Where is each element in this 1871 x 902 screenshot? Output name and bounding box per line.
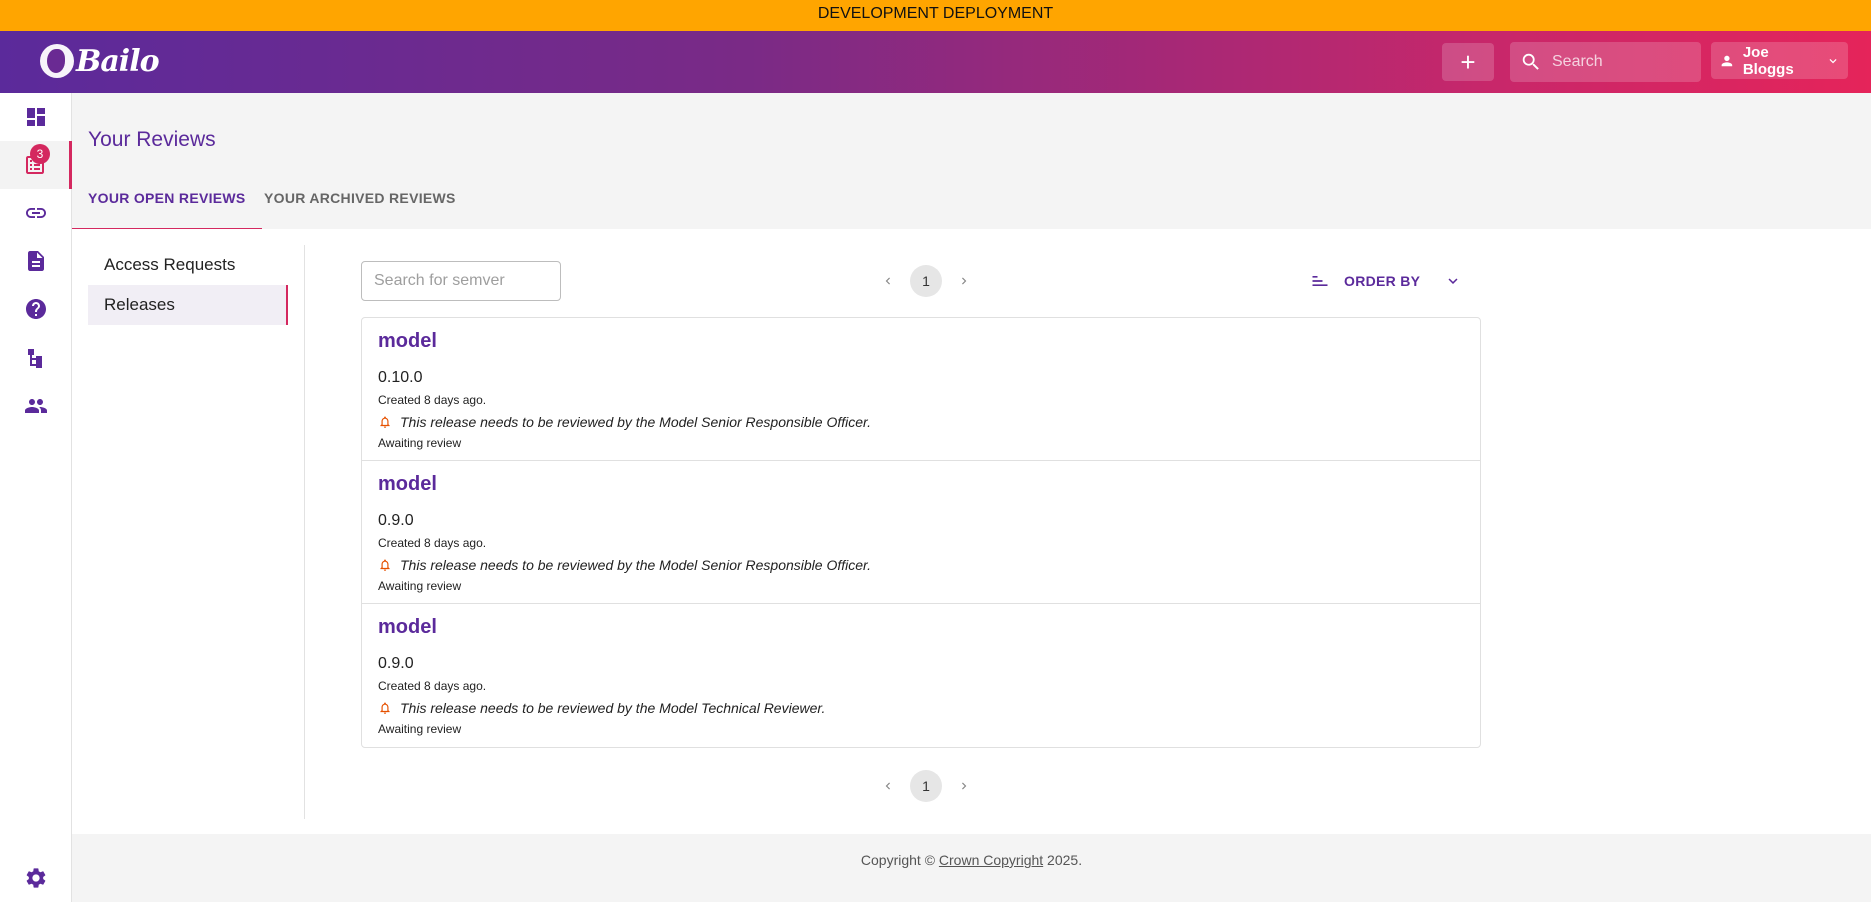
plus-icon: + bbox=[1460, 47, 1476, 77]
sidebar-item-reviews[interactable]: 3 bbox=[0, 141, 72, 189]
tab-open-reviews[interactable]: YOUR OPEN REVIEWS bbox=[72, 188, 262, 230]
chevron-left-icon bbox=[885, 277, 890, 285]
subnav-item-access-requests[interactable]: Access Requests bbox=[88, 245, 288, 285]
list-item: model 0.10.0 Created 8 days ago. This re… bbox=[362, 318, 1480, 461]
order-by-button[interactable]: ORDER BY bbox=[1310, 263, 1462, 299]
help-icon bbox=[26, 299, 46, 319]
search-icon bbox=[1522, 53, 1539, 70]
page-number-button[interactable]: 1 bbox=[910, 265, 942, 297]
pagination-top: 1 bbox=[872, 265, 980, 297]
crown-copyright-link[interactable]: Crown Copyright bbox=[939, 852, 1043, 868]
review-notice-text: This release needs to be reviewed by the… bbox=[400, 557, 872, 573]
review-status: Awaiting review bbox=[378, 579, 462, 593]
bailo-logo[interactable]: Bailo bbox=[40, 41, 160, 81]
bell-icon bbox=[380, 702, 390, 714]
development-banner: DEVELOPMENT DEPLOYMENT bbox=[0, 0, 1871, 31]
main-content: Access Requests Releases 1 ORDER BY mode… bbox=[72, 229, 1871, 834]
reviews-list: model 0.10.0 Created 8 days ago. This re… bbox=[361, 317, 1481, 748]
dashboard-icon bbox=[27, 108, 45, 126]
copyright-prefix: Copyright © bbox=[860, 852, 939, 868]
user-menu-button[interactable]: Joe Bloggs bbox=[1711, 42, 1848, 79]
previous-page-button[interactable] bbox=[872, 770, 904, 802]
page-header: Your Reviews YOUR OPEN REVIEWS YOUR ARCH… bbox=[72, 93, 1871, 230]
review-created: Created 8 days ago. bbox=[378, 536, 487, 550]
list-item: model 0.9.0 Created 8 days ago. This rel… bbox=[362, 604, 1480, 747]
users-icon bbox=[25, 399, 47, 413]
sidebar-item-links[interactable] bbox=[0, 189, 72, 237]
tab-archived-reviews[interactable]: YOUR ARCHIVED REVIEWS bbox=[248, 188, 472, 230]
add-button[interactable]: + bbox=[1442, 43, 1494, 81]
sidebar-item-dashboard[interactable] bbox=[0, 93, 72, 141]
review-status: Awaiting review bbox=[378, 722, 462, 736]
page-title: Your Reviews bbox=[88, 128, 216, 151]
chevron-left-icon bbox=[885, 782, 890, 790]
sidebar: 3 bbox=[0, 93, 72, 902]
next-page-button[interactable] bbox=[948, 770, 980, 802]
previous-page-button[interactable] bbox=[872, 265, 904, 297]
bailo-logo-mark bbox=[40, 44, 74, 78]
review-model-link[interactable]: model bbox=[378, 473, 437, 496]
review-version: 0.10.0 bbox=[378, 369, 423, 386]
link-icon bbox=[26, 208, 46, 218]
chevron-down-icon bbox=[1829, 58, 1837, 63]
person-icon bbox=[1721, 55, 1733, 66]
divider bbox=[304, 245, 305, 819]
sidebar-item-settings[interactable] bbox=[0, 854, 72, 902]
sidebar-item-documents[interactable] bbox=[0, 237, 72, 285]
search-input[interactable] bbox=[1552, 53, 1692, 71]
review-version: 0.9.0 bbox=[378, 512, 414, 529]
copyright-suffix: 2025. bbox=[1043, 852, 1083, 868]
settings-icon bbox=[26, 868, 46, 888]
review-notice-text: This release needs to be reviewed by the… bbox=[400, 700, 826, 716]
footer: Copyright © Crown Copyright 2025. bbox=[72, 834, 1871, 902]
page-number-button[interactable]: 1 bbox=[910, 770, 942, 802]
chevron-right-icon bbox=[962, 277, 967, 285]
review-notice-text: This release needs to be reviewed by the… bbox=[400, 414, 872, 430]
review-notice: This release needs to be reviewed by the… bbox=[378, 414, 1464, 430]
sidebar-item-schemas[interactable] bbox=[0, 334, 72, 382]
reviews-count-badge: 3 bbox=[30, 144, 50, 164]
pagination-bottom: 1 bbox=[872, 770, 980, 802]
next-page-button[interactable] bbox=[948, 265, 980, 297]
review-model-link[interactable]: model bbox=[378, 616, 437, 639]
review-notice: This release needs to be reviewed by the… bbox=[378, 557, 1464, 573]
chevron-down-icon bbox=[1448, 278, 1458, 284]
user-name: Joe Bloggs bbox=[1742, 43, 1794, 78]
review-created: Created 8 days ago. bbox=[378, 393, 487, 407]
order-by-label: ORDER BY bbox=[1344, 273, 1421, 289]
chevron-right-icon bbox=[962, 782, 967, 790]
subnav-item-releases[interactable]: Releases bbox=[88, 285, 288, 325]
document-icon bbox=[28, 251, 44, 271]
review-type-nav: Access Requests Releases bbox=[88, 245, 288, 325]
bell-icon bbox=[380, 416, 390, 428]
sidebar-item-users[interactable] bbox=[0, 382, 72, 430]
review-status: Awaiting review bbox=[378, 436, 462, 450]
list-item: model 0.9.0 Created 8 days ago. This rel… bbox=[362, 461, 1480, 604]
review-notice: This release needs to be reviewed by the… bbox=[378, 700, 1464, 716]
global-search[interactable] bbox=[1510, 42, 1701, 82]
sidebar-item-help[interactable] bbox=[0, 285, 72, 333]
review-created: Created 8 days ago. bbox=[378, 679, 487, 693]
sort-icon bbox=[1312, 276, 1328, 286]
schema-icon bbox=[28, 349, 42, 368]
review-version: 0.9.0 bbox=[378, 655, 414, 672]
bailo-logo-text: Bailo bbox=[76, 43, 160, 79]
review-model-link[interactable]: model bbox=[378, 330, 437, 353]
semver-search-input[interactable] bbox=[361, 261, 561, 301]
bell-icon bbox=[380, 559, 390, 571]
